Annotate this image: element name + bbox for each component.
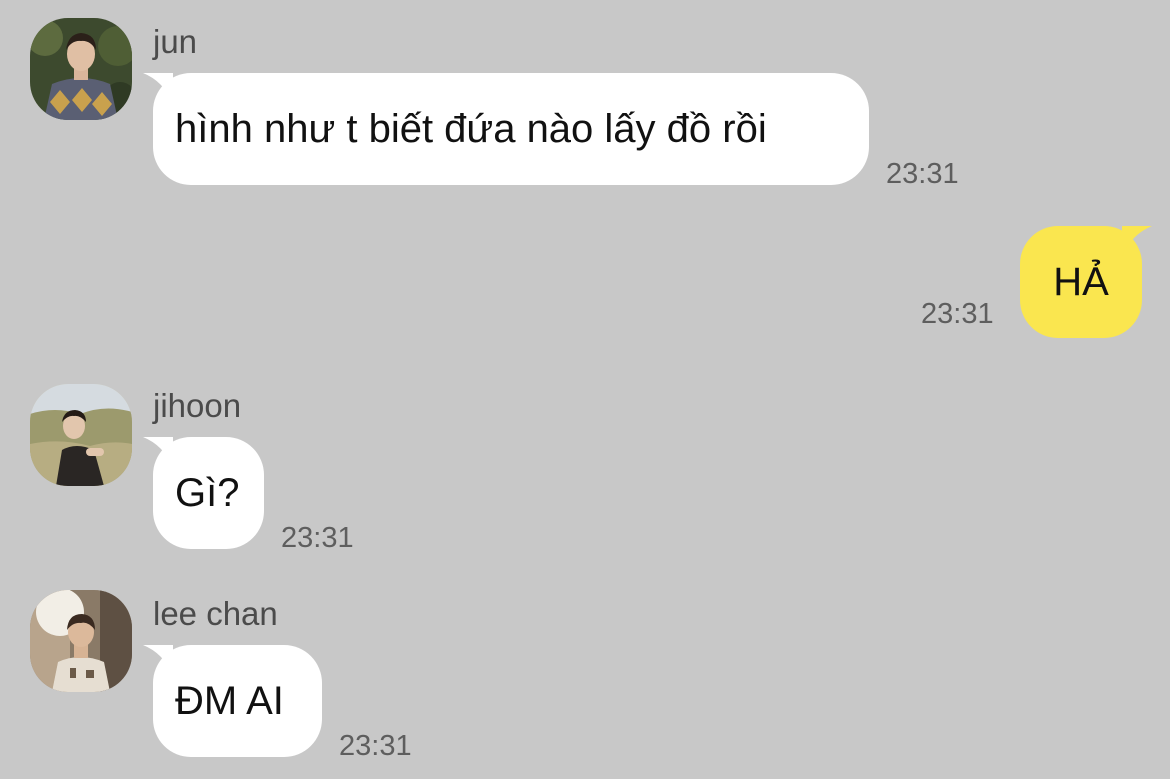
message-time-lee-chan: 23:31 bbox=[339, 730, 412, 762]
message-text-jihoon: Gì? bbox=[175, 471, 240, 515]
sender-name-jihoon: jihoon bbox=[153, 387, 242, 424]
bubble-tail bbox=[1122, 226, 1152, 256]
avatar-jihoon-photo bbox=[30, 384, 132, 486]
message-bubble-me[interactable]: HẢ bbox=[1020, 226, 1152, 338]
message-text-lee-chan: ĐM AI bbox=[175, 679, 284, 723]
message-bubble-lee-chan[interactable]: ĐM AI bbox=[143, 645, 322, 757]
message-time-jihoon: 23:31 bbox=[281, 522, 354, 554]
sender-name-lee-chan: lee chan bbox=[153, 595, 278, 632]
avatar-jihoon[interactable] bbox=[30, 384, 132, 486]
message-text-jun: hình như t biết đứa nào lấy đồ rồi bbox=[175, 107, 767, 151]
avatar-lee-chan[interactable] bbox=[30, 590, 132, 692]
bubble-tail bbox=[143, 73, 173, 103]
avatar-jun[interactable] bbox=[30, 18, 132, 120]
sender-name-jun: jun bbox=[153, 23, 198, 60]
message-time-jun: 23:31 bbox=[886, 158, 959, 190]
avatar-jun-photo bbox=[30, 18, 132, 120]
message-time-me: 23:31 bbox=[921, 298, 994, 330]
message-text-me: HẢ bbox=[1053, 260, 1109, 304]
message-bubble-jun[interactable]: hình như t biết đứa nào lấy đồ rồi bbox=[143, 73, 869, 185]
message-bubble-jihoon[interactable]: Gì? bbox=[143, 437, 264, 549]
bubble-tail bbox=[143, 645, 173, 675]
avatar-lee-chan-photo bbox=[30, 590, 132, 692]
bubble-tail bbox=[143, 437, 173, 467]
